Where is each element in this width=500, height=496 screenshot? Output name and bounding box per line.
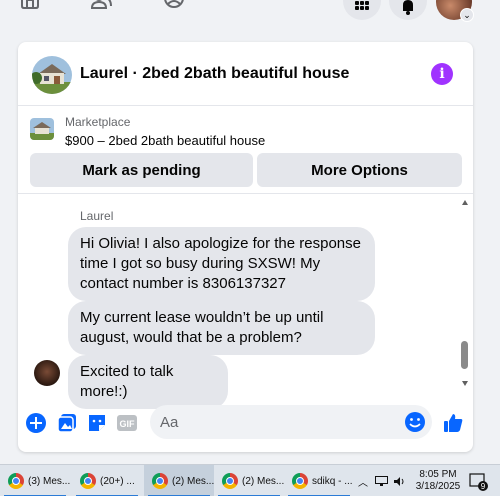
scroll-down-arrow-icon[interactable] — [462, 381, 468, 386]
notification-center-button[interactable]: 9 — [468, 471, 488, 491]
sender-name: Laurel — [80, 209, 114, 223]
taskbar-item[interactable]: (20+) ... — [72, 465, 142, 496]
notifications-button[interactable] — [389, 0, 427, 20]
chrome-icon — [80, 473, 96, 489]
taskbar-item[interactable]: sdikq - ... — [284, 465, 354, 496]
home-icon[interactable] — [18, 0, 42, 14]
friends-icon[interactable] — [90, 0, 114, 14]
taskbar-item[interactable]: (3) Mes... — [0, 465, 70, 496]
sender-avatar[interactable] — [34, 360, 60, 386]
sticker-icon[interactable] — [86, 412, 108, 434]
message-composer: GIF — [18, 398, 473, 448]
gif-label: GIF — [120, 419, 136, 429]
notifications-bell-icon — [403, 0, 413, 15]
listing-price-title[interactable]: $900 – 2bed 2bath beautiful house — [65, 133, 265, 148]
windows-taskbar: (3) Mes... (20+) ... (2) Mes... (2) Mes.… — [0, 464, 500, 496]
chevron-down-icon[interactable]: ⌄ — [460, 8, 474, 22]
taskbar-item-label: (20+) ... — [100, 475, 135, 487]
menu-grid-button[interactable] — [343, 0, 381, 20]
notification-count: 9 — [481, 482, 486, 491]
notification-icon: 9 — [469, 473, 488, 491]
gif-icon[interactable]: GIF — [116, 412, 138, 434]
listing-source-label: Marketplace — [65, 115, 131, 129]
chat-panel: Laurel · 2bed 2bath beautiful house i Ma… — [18, 42, 473, 452]
message-input-wrapper[interactable] — [150, 405, 432, 439]
system-tray: ︿ — [358, 465, 413, 496]
message-bubble[interactable]: My current lease wouldn’t be up until au… — [68, 301, 375, 355]
photo-icon[interactable] — [56, 412, 78, 434]
volume-icon[interactable] — [394, 476, 405, 487]
groups-icon[interactable] — [162, 0, 186, 14]
listing-avatar[interactable] — [32, 56, 72, 94]
chrome-icon — [8, 473, 24, 489]
like-icon[interactable] — [442, 412, 464, 434]
listing-thumbnail[interactable] — [30, 118, 54, 140]
chrome-icon — [152, 473, 168, 489]
chrome-icon — [222, 473, 238, 489]
taskbar-item-label: (3) Mes... — [28, 475, 70, 487]
conversation-title[interactable]: Laurel · 2bed 2bath beautiful house — [80, 65, 349, 83]
chat-header: Laurel · 2bed 2bath beautiful house i — [18, 42, 473, 106]
taskbar-item-label: (2) Mes... — [172, 475, 214, 487]
top-navigation-bar: ⌄ — [0, 0, 500, 22]
taskbar-item-label: (2) Mes... — [242, 475, 284, 487]
chevron-up-icon[interactable]: ︿ — [358, 474, 368, 489]
clock-date: 3/18/2025 — [415, 481, 461, 492]
marketplace-listing-card: Marketplace $900 – 2bed 2bath beautiful … — [18, 106, 473, 194]
chrome-icon — [292, 473, 308, 489]
taskbar-item[interactable]: (2) Mes... — [214, 465, 284, 496]
mark-as-pending-button[interactable]: Mark as pending — [30, 153, 253, 187]
info-icon[interactable]: i — [431, 63, 453, 85]
message-scrollbar[interactable] — [460, 197, 470, 393]
emoji-icon[interactable] — [404, 411, 426, 433]
more-options-button[interactable]: More Options — [257, 153, 462, 187]
message-bubble[interactable]: Hi Olivia! I also apologize for the resp… — [68, 227, 375, 301]
scrollbar-thumb[interactable] — [461, 341, 468, 369]
taskbar-clock[interactable]: 8:05 PM 3/18/2025 — [412, 469, 464, 493]
taskbar-item-label: sdikq - ... — [312, 475, 353, 487]
clock-time: 8:05 PM — [419, 469, 457, 480]
network-icon[interactable] — [375, 475, 388, 487]
taskbar-item-active[interactable]: (2) Mes... — [144, 465, 214, 496]
scroll-up-arrow-icon[interactable] — [462, 200, 468, 205]
message-input[interactable] — [160, 405, 380, 439]
message-thread: Laurel Hi Olivia! I also apologize for t… — [18, 195, 473, 409]
add-icon[interactable] — [25, 412, 47, 434]
menu-grid-icon — [355, 1, 369, 10]
